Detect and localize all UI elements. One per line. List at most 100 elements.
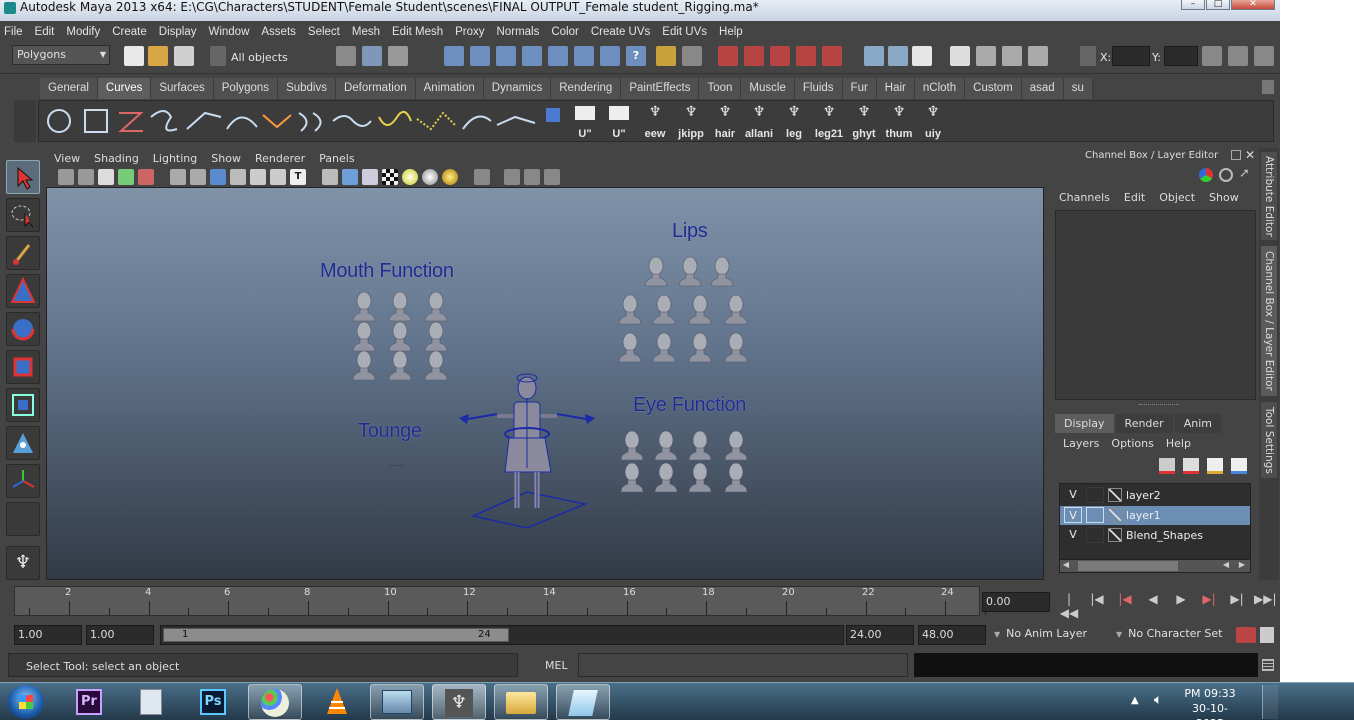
time-slider[interactable]: 2 4 6 8 10 12 14 16 18 20 22 24 xyxy=(14,586,986,616)
xray-icon[interactable] xyxy=(504,169,520,185)
shelf-tab-custom[interactable]: Custom xyxy=(965,78,1022,99)
blendshape-head[interactable] xyxy=(423,321,449,353)
scroll-right-icon[interactable]: ▶ xyxy=(1236,560,1248,572)
shelf-button-jkipp[interactable]: ♆ jkipp xyxy=(677,104,705,140)
panel-menu-show[interactable]: Show xyxy=(211,152,241,165)
blendshape-head[interactable] xyxy=(709,256,735,288)
show-desktop-button[interactable] xyxy=(1262,685,1278,719)
snap-view-plane-icon[interactable] xyxy=(796,46,816,66)
shelf-button-eew[interactable]: ♆ eew xyxy=(641,104,669,140)
layer-visibility-toggle[interactable]: V xyxy=(1064,527,1082,543)
shelf-button-u1[interactable]: U" xyxy=(571,104,599,140)
last-tool-slot[interactable] xyxy=(6,502,40,536)
shelf-tab-ncloth[interactable]: nCloth xyxy=(914,78,966,99)
attribute-editor-toggle-icon[interactable] xyxy=(1202,46,1222,66)
layer-menu-help[interactable]: Help xyxy=(1166,437,1191,450)
playback-end-field[interactable]: 24.00 xyxy=(846,625,914,645)
shelf-tab-muscle[interactable]: Muscle xyxy=(741,78,795,99)
component-mode-icon[interactable] xyxy=(388,46,408,66)
blendshape-head[interactable] xyxy=(619,462,645,494)
remote-desktop-taskbar-item[interactable] xyxy=(370,684,424,720)
camera-attributes-icon[interactable] xyxy=(78,169,94,185)
paint-select-tool-button[interactable] xyxy=(6,236,40,270)
playback-start-field[interactable]: 1.00 xyxy=(86,625,154,645)
move-tool-button[interactable] xyxy=(6,274,40,308)
y-input[interactable] xyxy=(1164,46,1198,66)
shelf-tab-fur[interactable]: Fur xyxy=(842,78,877,99)
select-curves-icon[interactable] xyxy=(496,46,516,66)
high-quality-icon[interactable] xyxy=(442,169,458,185)
layer-color-icon[interactable] xyxy=(1108,488,1122,502)
layer-color-icon[interactable] xyxy=(1108,508,1122,522)
shelf-button-leg[interactable]: ♆ leg xyxy=(780,104,808,140)
menu-color[interactable]: Color xyxy=(551,26,578,38)
save-scene-icon[interactable] xyxy=(174,46,194,66)
move-down-layer-icon[interactable] xyxy=(1231,458,1247,474)
gate-mask-icon[interactable] xyxy=(230,169,246,185)
wireframe-on-shaded-icon[interactable] xyxy=(362,169,378,185)
construction-history-icon[interactable] xyxy=(912,46,932,66)
paint-taskbar-item[interactable] xyxy=(248,684,302,720)
image-plane-icon[interactable] xyxy=(118,169,134,185)
show-manipulator-button[interactable] xyxy=(6,464,40,498)
layer-row[interactable]: Vlayer1 xyxy=(1060,506,1250,525)
blendshape-head[interactable] xyxy=(619,430,645,462)
lasso-tool-button[interactable] xyxy=(6,198,40,232)
menu-proxy[interactable]: Proxy xyxy=(455,26,484,38)
maximize-button[interactable]: □ xyxy=(1206,0,1230,10)
attribute-editor-tab[interactable]: Attribute Editor xyxy=(1261,152,1277,240)
output-ops-icon[interactable] xyxy=(888,46,908,66)
select-tool-button[interactable] xyxy=(6,160,40,194)
open-scene-icon[interactable] xyxy=(148,46,168,66)
menu-assets[interactable]: Assets xyxy=(261,26,296,38)
shelf-tab-rendering[interactable]: Rendering xyxy=(551,78,622,99)
step-forward-key-icon[interactable]: ▶| xyxy=(1198,592,1220,620)
blendshape-head[interactable] xyxy=(723,332,749,364)
shelf-button-allani[interactable]: ♆ allani xyxy=(745,104,773,140)
channelbox-menu-edit[interactable]: Edit xyxy=(1124,191,1145,204)
rigged-character[interactable] xyxy=(457,368,597,528)
shelf-tab-general[interactable]: General xyxy=(40,78,98,99)
go-to-start-icon[interactable]: |◀◀ xyxy=(1058,592,1080,620)
layer-template-toggle[interactable] xyxy=(1086,487,1104,503)
tool-settings-tab[interactable]: Tool Settings xyxy=(1261,402,1277,478)
channelbox-menu-object[interactable]: Object xyxy=(1159,191,1195,204)
perspective-viewport[interactable]: Mouth Function Lips Tounge Eye Function … xyxy=(46,187,1044,580)
range-slider[interactable]: 1 24 xyxy=(160,625,844,645)
select-misc-icon[interactable]: ? xyxy=(626,46,646,66)
shelf-button-uiy[interactable]: ♆ uiy xyxy=(919,104,947,140)
ipr-render-icon[interactable] xyxy=(1002,46,1022,66)
x-input[interactable] xyxy=(1112,46,1150,66)
render-view-icon[interactable] xyxy=(950,46,970,66)
menu-select[interactable]: Select xyxy=(308,26,340,38)
make-live-icon[interactable] xyxy=(822,46,842,66)
shelf-button-u2[interactable]: U" xyxy=(605,104,633,140)
shelf-tab-toon[interactable]: Toon xyxy=(699,78,742,99)
new-scene-icon[interactable] xyxy=(124,46,144,66)
xray-joints-icon[interactable] xyxy=(524,169,540,185)
new-layer-icon[interactable] xyxy=(1159,458,1175,474)
play-backwards-icon[interactable]: ◀ xyxy=(1142,592,1164,620)
snap-curve-icon[interactable] xyxy=(744,46,764,66)
select-deformations-icon[interactable] xyxy=(548,46,568,66)
maya-taskbar-item[interactable]: ♆ xyxy=(432,684,486,720)
isolate-select-icon[interactable] xyxy=(474,169,490,185)
layer-tab-display[interactable]: Display xyxy=(1055,414,1114,433)
layer-visibility-toggle[interactable]: V xyxy=(1064,487,1082,503)
shelf-tab-subdivs[interactable]: Subdivs xyxy=(278,78,336,99)
mel-label[interactable]: MEL xyxy=(545,659,568,672)
current-time-field[interactable]: 0.00 xyxy=(982,592,1050,612)
channelbox-menu-channels[interactable]: Channels xyxy=(1059,191,1110,204)
lock-selection-icon[interactable] xyxy=(656,46,676,66)
blendshape-head[interactable] xyxy=(387,291,413,323)
layer-menu-options[interactable]: Options xyxy=(1111,437,1153,450)
clock[interactable]: PM 09:33 30-10-2025 xyxy=(1180,686,1240,720)
slide-icon[interactable]: ➚ xyxy=(1239,167,1253,182)
field-chart-icon[interactable] xyxy=(250,169,266,185)
shelf-button-ghyt[interactable]: ♆ ghyt xyxy=(850,104,878,140)
layer-tab-render[interactable]: Render xyxy=(1115,414,1173,433)
select-joints-icon[interactable] xyxy=(470,46,490,66)
shelf-tab-curves[interactable]: Curves xyxy=(97,78,152,99)
layer-scrollbar[interactable]: ◀ ◀ ▶ xyxy=(1059,559,1251,573)
menu-edit[interactable]: Edit xyxy=(35,26,55,38)
